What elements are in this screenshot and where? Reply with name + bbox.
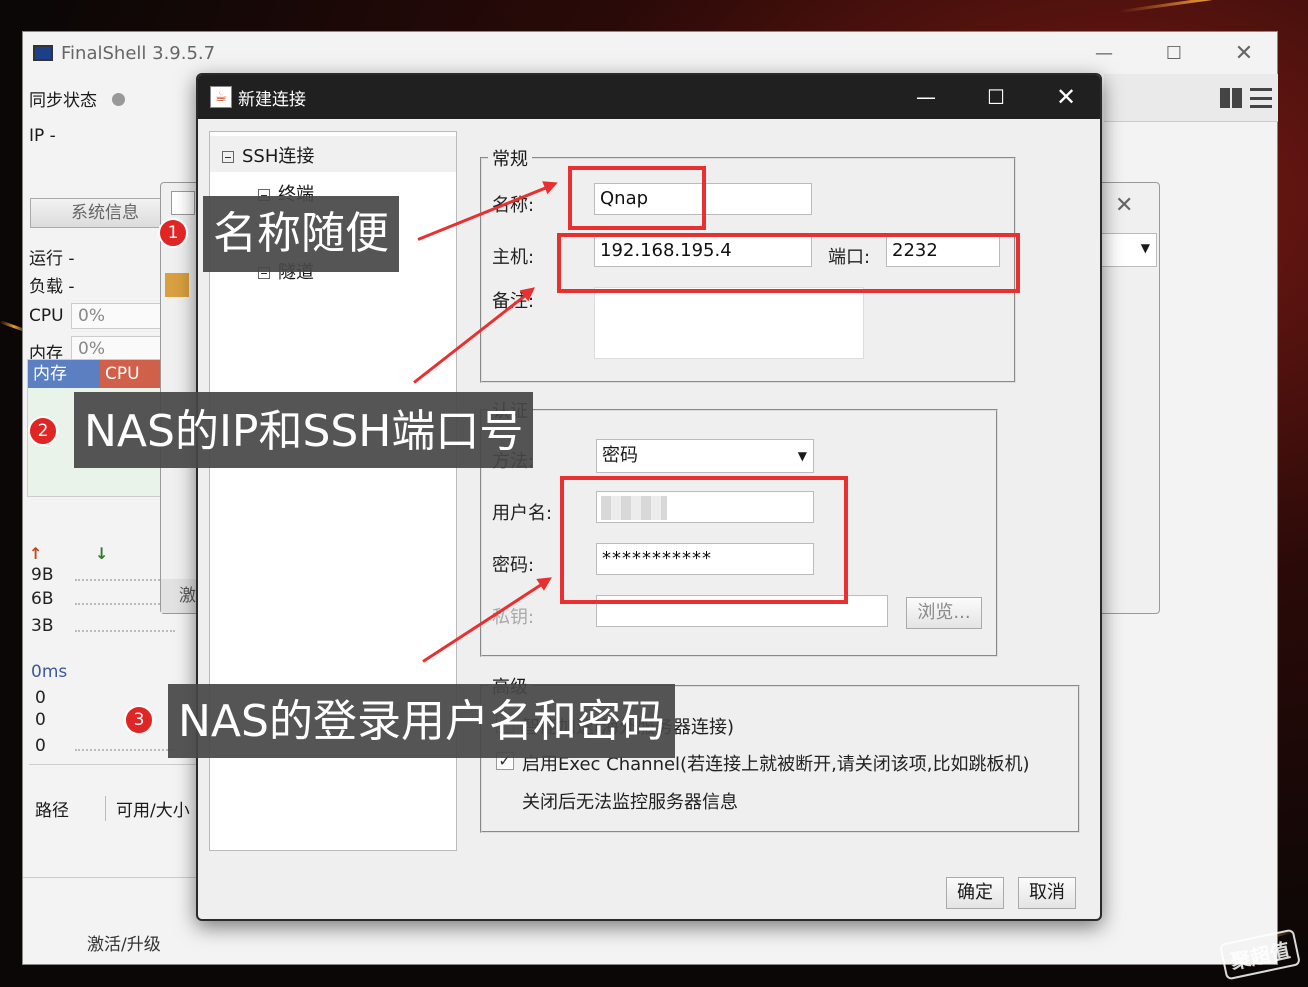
sync-label: 同步状态: [29, 91, 97, 111]
ip-label: IP -: [29, 126, 56, 146]
key-label: 私钥:: [492, 607, 535, 628]
speed-tick: 6B: [31, 589, 54, 609]
latency-gridline: [75, 749, 175, 751]
general-legend: 常规: [492, 149, 528, 170]
app-title: FinalShell 3.9.5.7: [61, 42, 216, 64]
speed-tick: 9B: [31, 565, 54, 585]
annotation-callout-1: 名称随便: [203, 196, 399, 272]
method-select[interactable]: 密码 ▼: [596, 439, 814, 473]
behind-button-fragment[interactable]: 激: [161, 579, 201, 613]
annotation-badge-3: 3: [124, 705, 154, 735]
speed-tick: 3B: [31, 616, 54, 636]
background-streak: [1119, 0, 1299, 13]
annotation-callout-3: NAS的登录用户名和密码: [168, 684, 675, 758]
browse-button[interactable]: 浏览...: [906, 597, 982, 629]
latency-label: 0ms: [31, 662, 68, 682]
menu-icon[interactable]: [1250, 88, 1272, 108]
load-label: 负载 -: [29, 277, 75, 297]
highlight-host-port-box: [557, 233, 1020, 293]
activate-upgrade-link[interactable]: 激活/升级: [87, 930, 161, 955]
cancel-button[interactable]: 取消: [1018, 877, 1076, 909]
note-textarea[interactable]: [594, 287, 864, 359]
cpu-label: CPU: [29, 306, 64, 326]
folder-icon: [165, 273, 189, 297]
finalshell-logo-icon: [33, 45, 53, 61]
run-label: 运行 -: [29, 249, 75, 269]
dialog-close-button[interactable]: ✕: [1036, 82, 1096, 112]
dialog-minimize-button[interactable]: —: [896, 82, 956, 112]
column-size[interactable]: 可用/大小: [105, 796, 190, 821]
host-label: 主机:: [492, 247, 535, 268]
highlight-credentials-box: [560, 476, 848, 604]
latency-tick: 0: [35, 736, 46, 756]
maximize-button[interactable]: ☐: [1151, 38, 1197, 68]
download-arrow-icon: ↓: [95, 544, 109, 563]
tree-item-ssh[interactable]: SSH连接: [222, 142, 314, 168]
minimize-button[interactable]: —: [1081, 38, 1127, 68]
close-icon[interactable]: ✕: [1115, 193, 1133, 218]
sync-status-dot-icon: [112, 93, 126, 106]
annotation-badge-2: 2: [28, 416, 58, 446]
tab-cpu[interactable]: CPU: [100, 360, 168, 388]
chevron-down-icon: ▼: [797, 449, 807, 463]
username-label: 用户名:: [492, 503, 553, 524]
java-icon: [171, 191, 195, 215]
java-icon: ☕: [210, 86, 232, 108]
ok-button[interactable]: 确定: [946, 877, 1004, 909]
annotation-badge-1: 1: [158, 218, 188, 248]
exec-channel-note: 关闭后无法监控服务器信息: [522, 792, 738, 813]
dialog-maximize-button[interactable]: ☐: [966, 82, 1026, 112]
column-path[interactable]: 路径: [35, 796, 69, 821]
annotation-callout-2: NAS的IP和SSH端口号: [74, 392, 534, 468]
grid-view-icon[interactable]: [1220, 88, 1242, 108]
dialog-title: 新建连接: [238, 89, 306, 110]
password-label: 密码:: [492, 555, 535, 576]
latency-tick: 0: [35, 688, 46, 708]
latency-tick: 0: [35, 710, 46, 730]
method-value: 密码: [602, 445, 638, 466]
upload-arrow-icon: ↑: [29, 544, 43, 563]
cpu-meter: 0%: [71, 303, 171, 329]
dialog-titlebar: ☕ 新建连接: [198, 75, 1100, 119]
close-button[interactable]: ✕: [1221, 38, 1267, 68]
sync-status: 同步状态: [29, 86, 126, 111]
speed-gridline: [75, 630, 175, 632]
tree-item-label: SSH连接: [242, 146, 315, 167]
tab-mem[interactable]: 内存: [28, 360, 100, 388]
system-info-button[interactable]: 系统信息: [30, 198, 180, 228]
highlight-name-box: [568, 166, 706, 230]
toolbar-strip: [1104, 74, 1278, 122]
collapse-icon: [222, 151, 234, 163]
